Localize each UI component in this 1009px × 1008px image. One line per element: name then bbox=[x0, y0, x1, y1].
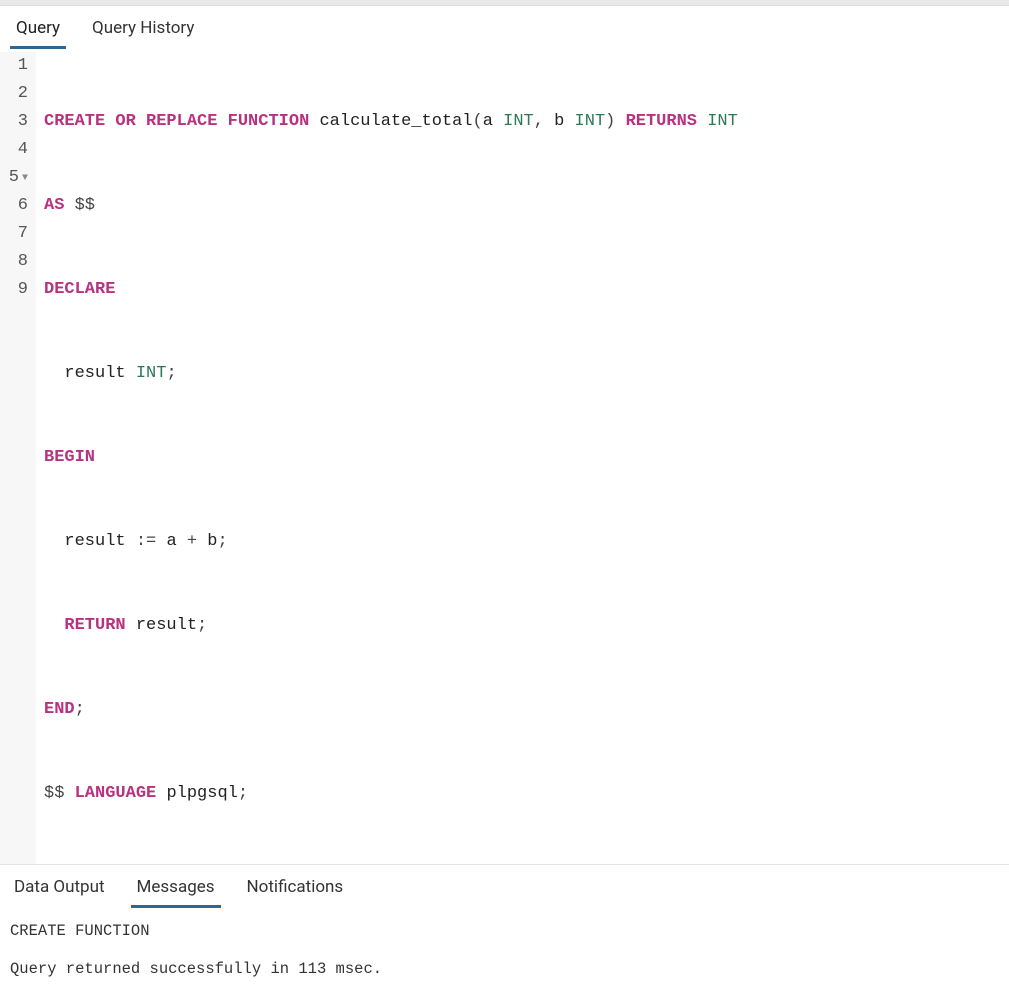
message-status: CREATE FUNCTION bbox=[10, 922, 999, 940]
tab-query-history[interactable]: Query History bbox=[86, 14, 200, 49]
message-result: Query returned successfully in 113 msec. bbox=[10, 960, 999, 978]
line-number: 2 bbox=[8, 80, 28, 108]
line-number: 9 bbox=[8, 276, 28, 304]
code-line: END; bbox=[44, 696, 738, 724]
line-number: 7 bbox=[8, 220, 28, 248]
line-number: 8 bbox=[8, 248, 28, 276]
code-editor[interactable]: 1 2 3 4 5▼ 6 7 8 9 CREATE OR REPLACE FUN… bbox=[0, 50, 1009, 865]
messages-panel: CREATE FUNCTION Query returned successfu… bbox=[0, 908, 1009, 1008]
results-tabs: Data Output Messages Notifications bbox=[0, 865, 1009, 908]
code-line: AS $$ bbox=[44, 192, 738, 220]
fold-toggle-icon[interactable]: ▼ bbox=[22, 165, 28, 193]
tab-data-output[interactable]: Data Output bbox=[8, 875, 111, 908]
code-line: RETURN result; bbox=[44, 612, 738, 640]
code-line: result := a + b; bbox=[44, 528, 738, 556]
code-line: $$ LANGUAGE plpgsql; bbox=[44, 780, 738, 808]
tab-query[interactable]: Query bbox=[10, 14, 66, 49]
tab-messages[interactable]: Messages bbox=[131, 875, 221, 908]
line-number: 4 bbox=[8, 136, 28, 164]
line-number: 1 bbox=[8, 52, 28, 80]
code-line: CREATE OR REPLACE FUNCTION calculate_tot… bbox=[44, 108, 738, 136]
code-line: BEGIN bbox=[44, 444, 738, 472]
editor-tabs: Query Query History bbox=[0, 6, 1009, 50]
line-number: 6 bbox=[8, 192, 28, 220]
tab-notifications[interactable]: Notifications bbox=[241, 875, 350, 908]
line-number: 3 bbox=[8, 108, 28, 136]
line-number: 5▼ bbox=[8, 164, 28, 192]
code-line: result INT; bbox=[44, 360, 738, 388]
line-number-gutter: 1 2 3 4 5▼ 6 7 8 9 bbox=[0, 52, 36, 864]
code-area[interactable]: CREATE OR REPLACE FUNCTION calculate_tot… bbox=[36, 52, 738, 864]
code-line: DECLARE bbox=[44, 276, 738, 304]
